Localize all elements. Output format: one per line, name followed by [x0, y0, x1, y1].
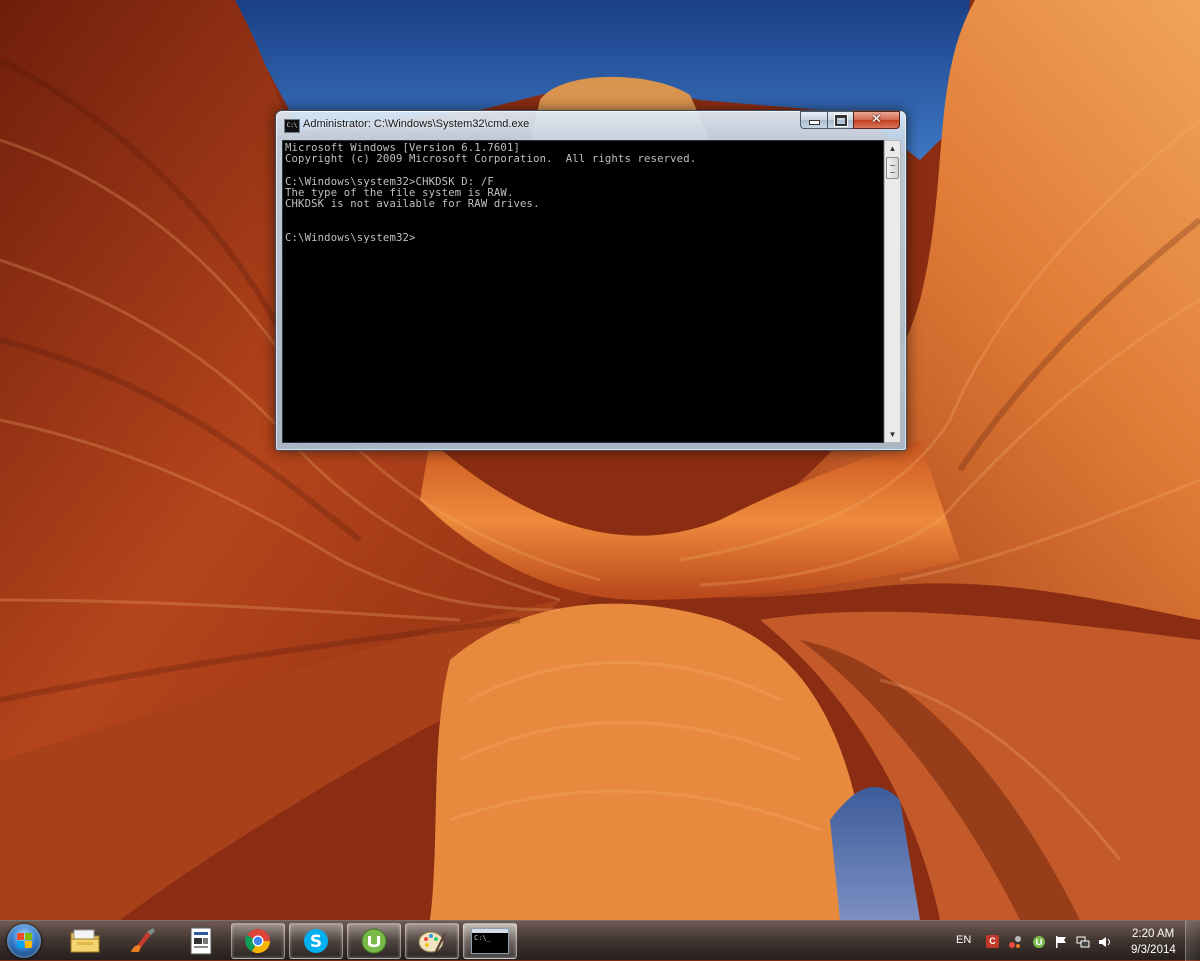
- taskbar-item-command-prompt[interactable]: C:\_: [463, 923, 517, 959]
- console-line: C:\Windows\system32>CHKDSK D: /F: [285, 175, 494, 188]
- console-line: C:\Windows\system32>: [285, 231, 416, 244]
- close-icon: ✕: [871, 112, 882, 127]
- taskbar-item-windows-explorer[interactable]: [58, 923, 112, 959]
- cmd-thumb-text: C:\_: [474, 934, 491, 942]
- start-button[interactable]: [4, 923, 44, 959]
- console-line: CHKDSK is not available for RAW drives.: [285, 198, 540, 211]
- caption-buttons: ✕: [800, 111, 900, 129]
- volume-icon[interactable]: [1098, 935, 1112, 949]
- utorrent-tray-icon[interactable]: [1032, 935, 1046, 949]
- scroll-thumb[interactable]: [886, 157, 899, 179]
- scroll-up-arrow-icon[interactable]: ▲: [885, 141, 900, 156]
- close-button[interactable]: ✕: [853, 111, 900, 129]
- minimize-button[interactable]: [800, 111, 827, 129]
- window-title: Administrator: C:\Windows\System32\cmd.e…: [303, 118, 530, 130]
- utorrent-icon: [361, 928, 387, 954]
- taskbar-item-skype[interactable]: S: [289, 923, 343, 959]
- minimize-icon: [808, 120, 820, 125]
- cmd-app-icon-label: C:\: [286, 122, 298, 129]
- chrome-icon: [245, 929, 270, 954]
- network-icon[interactable]: [1076, 935, 1090, 949]
- cmd-app-icon[interactable]: C:\: [284, 119, 300, 133]
- taskbar-item-ccleaner[interactable]: [116, 923, 170, 959]
- maximize-button[interactable]: [827, 111, 853, 129]
- clock-date[interactable]: 9/3/2014: [1131, 944, 1176, 956]
- taskbar-item-google-chrome[interactable]: [231, 923, 285, 959]
- console-text: Microsoft Windows [Version 6.1.7601] Cop…: [283, 141, 883, 244]
- title-bar[interactable]: C:\ Administrator: C:\Windows\System32\c…: [276, 111, 906, 140]
- show-desktop-button[interactable]: [1185, 921, 1200, 961]
- console-line: Copyright (c) 2009 Microsoft Corporation…: [285, 153, 697, 166]
- console-output[interactable]: Microsoft Windows [Version 6.1.7601] Cop…: [282, 140, 884, 443]
- scroll-down-arrow-icon[interactable]: ▼: [885, 427, 900, 442]
- document-icon: [190, 927, 212, 955]
- maximize-icon: [834, 114, 847, 126]
- taskbar-item-notepad-document[interactable]: [174, 923, 228, 959]
- ccleaner-icon: [131, 928, 155, 952]
- action-center-flag-icon[interactable]: [1054, 935, 1068, 949]
- svg-text:S: S: [310, 932, 322, 952]
- cmd-icon: C:\_: [471, 928, 509, 954]
- console-line: The type of the file system is RAW.: [285, 186, 514, 199]
- network-share-icon[interactable]: [1008, 935, 1022, 949]
- console-line: Microsoft Windows [Version 6.1.7601]: [285, 142, 521, 154]
- paint-icon: [418, 931, 446, 953]
- start-orb-icon: [7, 924, 41, 958]
- vertical-scrollbar[interactable]: ▲ ▼: [884, 140, 901, 443]
- ccleaner-tray-icon[interactable]: C: [986, 935, 1000, 949]
- taskbar-item-paint[interactable]: [405, 923, 459, 959]
- folder-icon: [70, 929, 100, 953]
- clock-time[interactable]: 2:20 AM: [1132, 928, 1174, 940]
- taskbar: S C:\_ EN C 2:20 AM 9/3/2014: [0, 920, 1200, 961]
- cmd-window[interactable]: C:\ Administrator: C:\Windows\System32\c…: [275, 110, 907, 451]
- skype-icon: S: [304, 929, 328, 953]
- taskbar-item-utorrent[interactable]: [347, 923, 401, 959]
- language-indicator[interactable]: EN: [956, 934, 971, 946]
